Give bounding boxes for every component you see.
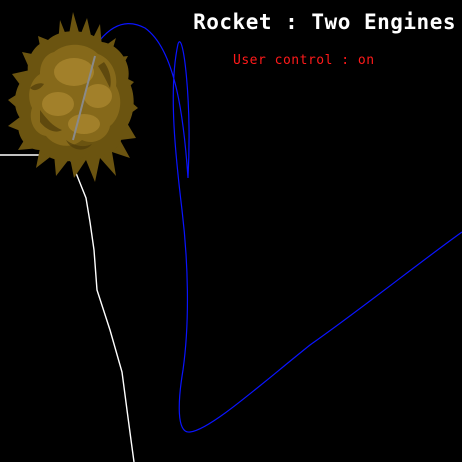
explosion-inner-4 — [68, 114, 100, 134]
user-control-status: User control : on — [233, 53, 375, 68]
terrain-line — [0, 154, 135, 462]
game-title: Rocket : Two Engines — [193, 10, 456, 34]
explosion-inner-3 — [42, 92, 74, 116]
game-canvas[interactable] — [0, 0, 462, 462]
explosion-sprite — [8, 12, 138, 182]
explosion-inner-2 — [84, 84, 112, 108]
game-screen[interactable]: Rocket : Two Engines User control : on — [0, 0, 462, 462]
